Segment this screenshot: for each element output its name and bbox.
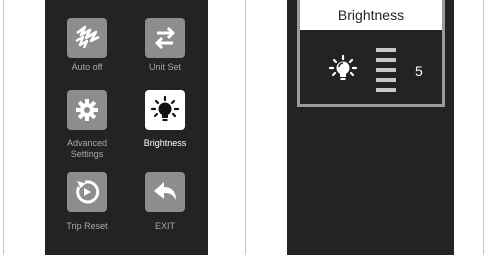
brightness-level-bars <box>376 48 396 94</box>
brightness-screen: Brightness 5 <box>287 0 454 255</box>
menu-label: Trip Reset <box>66 221 108 231</box>
bulb-icon <box>328 54 358 89</box>
level-bar <box>376 88 396 92</box>
auto-off-icon <box>67 18 107 58</box>
bulb-icon <box>145 90 185 130</box>
gear-icon <box>67 90 107 130</box>
brightness-title: Brightness <box>300 0 442 30</box>
menu-label: Brightness <box>143 138 187 148</box>
trip-reset-icon <box>67 172 107 212</box>
level-bar <box>376 48 396 52</box>
back-arrow-icon <box>145 172 185 212</box>
menu-label: EXIT <box>154 221 175 231</box>
brightness-level-value: 5 <box>415 63 423 79</box>
menu-label: Advanced Settings <box>66 138 108 159</box>
main-menu-screen: Auto off Unit Set Advanced Settings Brig… <box>45 0 208 255</box>
menu-label: Auto off <box>71 62 103 72</box>
brightness-control[interactable]: 5 <box>300 30 442 104</box>
menu-label: Unit Set <box>148 62 181 72</box>
unit-set-icon <box>145 18 185 58</box>
level-bar <box>376 78 396 82</box>
brightness-dialog: Brightness 5 <box>297 0 445 107</box>
level-bar <box>376 68 396 72</box>
level-bar <box>376 58 396 62</box>
